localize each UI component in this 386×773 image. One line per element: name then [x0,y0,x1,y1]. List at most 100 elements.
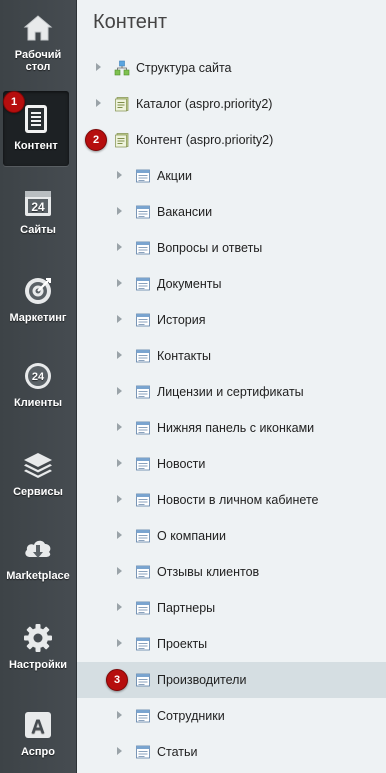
tree-row[interactable]: О компании [77,518,386,554]
tree-row-label[interactable]: Сотрудники [157,708,225,724]
tree-row-label[interactable]: Производители [157,672,246,688]
iblock-icon [135,600,151,616]
expand-arrow-icon[interactable] [117,567,122,575]
expand-arrow-icon[interactable] [117,351,122,359]
expand-arrow-icon[interactable] [117,639,122,647]
tree-row[interactable]: Вакансии [77,194,386,230]
iblock-icon [135,348,151,364]
tree-row-label[interactable]: Каталог (aspro.priority2) [136,96,272,112]
tree-row[interactable]: Акции [77,158,386,194]
iblock-icon [135,528,151,544]
tree-row[interactable]: Новости [77,446,386,482]
expand-arrow-icon[interactable] [117,747,122,755]
svg-text:A: A [31,717,45,738]
tree-row[interactable]: Вопросы и ответы [77,230,386,266]
sidebar-item-label: Клиенты [13,397,62,409]
tree-row-label[interactable]: Новости в личном кабинете [157,492,319,508]
left-sidebar: Рабочий стол Контент 1 24 Сайты Маркетин… [0,0,77,773]
tree-row-label[interactable]: Лицензии и сертификаты [157,384,304,400]
iblock-icon [135,384,151,400]
tree-row[interactable]: История [77,302,386,338]
tree-row-label[interactable]: Нижняя панель с иконками [157,420,314,436]
expand-arrow-icon[interactable] [117,387,122,395]
sidebar-item-label: Сервисы [13,486,63,498]
expand-arrow-icon[interactable] [117,423,122,431]
iblock-icon [135,708,151,724]
tree-row-label[interactable]: Партнеры [157,600,215,616]
expand-arrow-icon[interactable] [117,531,122,539]
tree-row-label[interactable]: Новости [157,456,205,472]
step-badge: 3 [106,669,128,691]
expand-arrow-icon[interactable] [117,315,122,323]
step-badge: 2 [85,129,107,151]
home-icon [22,12,54,44]
sidebar-item-sites[interactable]: 24 Сайты [0,187,76,236]
iblock-icon [135,672,151,688]
iblock-icon [135,420,151,436]
tree-row[interactable]: Проекты [77,626,386,662]
sidebar-item-aspro[interactable]: A Аспро [0,709,76,758]
iblock-icon [135,168,151,184]
layers-icon [22,449,54,481]
iblock-icon [135,636,151,652]
tree-row-label[interactable]: Статьи [157,744,198,760]
tree-row-label[interactable]: Проекты [157,636,207,652]
target-icon [22,275,54,307]
tree-row-label[interactable]: Вакансии [157,204,212,220]
svg-text:24: 24 [32,371,45,383]
cloud-download-icon [22,533,54,565]
tree-row[interactable]: Контент (aspro.priority2) 2 [77,122,386,158]
tree-row[interactable]: Отзывы клиентов [77,554,386,590]
sidebar-item-marketing[interactable]: Маркетинг [0,275,76,324]
sidebar-item-label: Сайты [20,224,56,236]
tree-row[interactable]: Каталог (aspro.priority2) [77,86,386,122]
expand-arrow-icon[interactable] [117,243,122,251]
calendar-24-icon: 24 [22,187,54,219]
sidebar-item-services[interactable]: Сервисы [0,449,76,498]
step-badge: 1 [3,91,25,113]
tree-row[interactable]: Документы [77,266,386,302]
tree-row[interactable]: Партнеры [77,590,386,626]
expand-arrow-icon[interactable] [117,495,122,503]
tree-row[interactable]: Производители 3 [77,662,386,698]
tree-row-label[interactable]: Акции [157,168,192,184]
sidebar-item-clients[interactable]: 24 Клиенты [0,360,76,409]
sidebar-item-label: Маркетинг [9,312,67,324]
sidebar-item-desktop[interactable]: Рабочий стол [0,12,76,73]
expand-arrow-icon[interactable] [117,603,122,611]
tree-row-label[interactable]: Отзывы клиентов [157,564,259,580]
expand-arrow-icon[interactable] [117,279,122,287]
tree-row[interactable]: Нижняя панель с иконками [77,410,386,446]
expand-arrow-icon[interactable] [117,459,122,467]
tree-row[interactable]: Статьи [77,734,386,770]
iblock-icon [135,456,151,472]
iblock-icon [135,240,151,256]
site-structure-icon [114,60,130,76]
page-title: Контент [93,11,168,33]
tree-row-label[interactable]: Вопросы и ответы [157,240,262,256]
expand-arrow-icon[interactable] [96,99,101,107]
tree-row[interactable]: Сотрудники [77,698,386,734]
sidebar-item-marketplace[interactable]: Marketplace [0,533,76,582]
iblock-icon [135,564,151,580]
iblock-icon [135,492,151,508]
tree-row[interactable]: Структура сайта [77,50,386,86]
expand-arrow-icon[interactable] [117,711,122,719]
sidebar-item-label: Настройки [8,659,68,671]
tree-row-label[interactable]: Контент (aspro.priority2) [136,132,273,148]
document-icon [20,103,52,135]
tree-row[interactable]: Новости в личном кабинете [77,482,386,518]
sidebar-item-settings[interactable]: Настройки [0,622,76,671]
tree-row[interactable]: Лицензии и сертификаты [77,374,386,410]
tree-row-label[interactable]: Контакты [157,348,211,364]
tree-row-label[interactable]: О компании [157,528,226,544]
tree-row[interactable]: Контакты [77,338,386,374]
iblock-icon [135,744,151,760]
expand-arrow-icon[interactable] [117,207,122,215]
clients-24-icon: 24 [22,360,54,392]
expand-arrow-icon[interactable] [96,63,101,71]
tree-row-label[interactable]: История [157,312,205,328]
expand-arrow-icon[interactable] [117,171,122,179]
tree-row-label[interactable]: Структура сайта [136,60,232,76]
tree-row-label[interactable]: Документы [157,276,221,292]
